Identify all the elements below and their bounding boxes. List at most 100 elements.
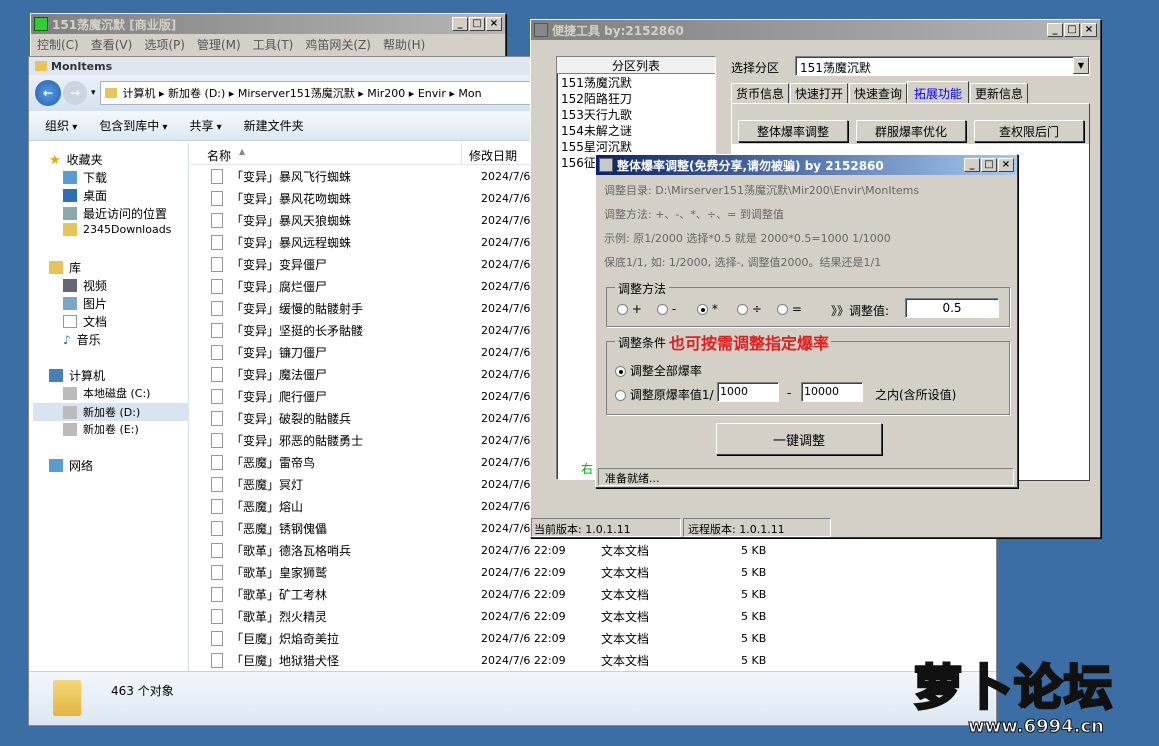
organize-button[interactable]: 组织 <box>45 117 77 134</box>
menu-manage[interactable]: 管理(M) <box>197 36 241 53</box>
nav-2345downloads[interactable]: 2345Downloads <box>63 223 171 236</box>
op-add-radio[interactable]: + <box>617 302 642 316</box>
op-eq-radio[interactable]: = <box>777 302 802 316</box>
nav-music[interactable]: ♪ 音乐 <box>63 331 101 348</box>
nav-desktop[interactable]: 桌面 <box>63 187 107 204</box>
partition-item[interactable]: 151荡魔沉默 <box>557 74 715 90</box>
file-name: 「歌革」烈火精灵 <box>231 609 328 624</box>
one-click-adjust-button[interactable]: 一键调整 <box>716 423 882 455</box>
dropdown-arrow-icon[interactable]: ▼ <box>1073 57 1089 74</box>
file-row[interactable]: 「歌革」德洛瓦格哨兵 2024/7/6 22:09 文本文档 5 KB <box>191 539 991 561</box>
nav-computer[interactable]: 计算机 <box>49 367 105 384</box>
op-sub-radio[interactable]: - <box>657 302 676 316</box>
nav-favorites[interactable]: ★ 收藏夹 <box>49 151 103 168</box>
partition-item[interactable]: 154未解之谜 <box>557 122 715 138</box>
check-backdoor-button[interactable]: 查权限后门 <box>974 120 1084 142</box>
partition-item[interactable]: 153天行九歌 <box>557 106 715 122</box>
column-name[interactable]: 名称 <box>207 147 231 164</box>
close-button[interactable]: × <box>486 17 502 31</box>
file-row[interactable]: 「歌革」烈火精灵 2024/7/6 22:09 文本文档 5 KB <box>191 605 991 627</box>
forward-button[interactable]: → <box>63 81 87 105</box>
nav-recent[interactable]: 最近访问的位置 <box>63 205 167 222</box>
text-file-icon <box>211 278 223 294</box>
main-app-window: 151荡魔沉默 [商业版] _ □ × 控制(C) 查看(V) 选项(P) 管理… <box>30 13 506 59</box>
music-icon: ♪ <box>63 333 71 347</box>
file-name: 「恶魔」锈钢傀儡 <box>231 521 328 536</box>
nav-network[interactable]: 网络 <box>49 457 93 474</box>
text-file-icon <box>211 630 223 646</box>
nav-drive-e[interactable]: 新加卷 (E:) <box>63 421 139 437</box>
maximize-button[interactable]: □ <box>469 17 485 31</box>
nav-drive-d[interactable]: 新加卷 (D:) <box>33 403 189 421</box>
menu-tools[interactable]: 工具(T) <box>253 36 294 53</box>
tab-quick-query[interactable]: 快速查询 <box>849 83 907 103</box>
menu-options[interactable]: 选项(P) <box>144 36 185 53</box>
nav-videos[interactable]: 视频 <box>63 277 107 294</box>
folder-large-icon <box>53 680 81 716</box>
file-row[interactable]: 「巨魔」炽焰奇美拉 2024/7/6 22:09 文本文档 5 KB <box>191 627 991 649</box>
tab-extensions[interactable]: 拓展功能 <box>907 81 969 104</box>
file-type: 文本文档 <box>601 653 650 668</box>
op-div-radio[interactable]: ÷ <box>737 302 762 316</box>
breadcrumb-drive-d[interactable]: 新加卷 (D:) <box>168 85 225 101</box>
minimize-button[interactable]: _ <box>964 158 980 172</box>
file-row[interactable]: 「歌革」矿工考林 2024/7/6 22:09 文本文档 5 KB <box>191 583 991 605</box>
new-folder-button[interactable]: 新建文件夹 <box>244 117 304 134</box>
dialog-titlebar[interactable]: 整体爆率调整(免费分享,请勿被骗) by 2152860 _ □ × <box>596 155 1017 175</box>
file-date: 2024/7/6 22:09 <box>481 653 566 667</box>
breadcrumb-mirserver[interactable]: Mirserver151荡魔沉默 <box>238 85 355 101</box>
menu-view[interactable]: 查看(V) <box>91 36 133 53</box>
partition-select[interactable]: 151荡魔沉默 ▼ <box>795 56 1090 76</box>
chevron-down-icon[interactable]: ▾ <box>91 88 96 98</box>
menu-control[interactable]: 控制(C) <box>37 36 79 53</box>
file-name: 「变异」暴风天狼蜘蛛 <box>231 213 352 228</box>
partition-item[interactable]: 152陌路狂刀 <box>557 90 715 106</box>
include-in-library-button[interactable]: 包含到库中 <box>99 117 167 134</box>
close-button[interactable]: × <box>1081 23 1097 37</box>
tab-quick-open[interactable]: 快速打开 <box>790 83 848 103</box>
adjust-all-radio[interactable]: 调整全部爆率 <box>615 362 702 379</box>
group-droprate-optimize-button[interactable]: 群服爆率优化 <box>856 120 966 142</box>
menu-gateway[interactable]: 鸡笛网关(Z) <box>305 36 371 53</box>
file-row[interactable]: 「歌革」皇家狮鹫 2024/7/6 22:09 文本文档 5 KB <box>191 561 991 583</box>
file-name: 「恶魔」雷帝鸟 <box>231 455 316 470</box>
tab-updates[interactable]: 更新信息 <box>970 83 1028 103</box>
minimize-button[interactable]: _ <box>452 17 468 31</box>
computer-icon <box>49 369 63 382</box>
file-name: 「变异」变异僵尸 <box>231 257 328 272</box>
range-from-input[interactable]: 1000 <box>717 382 779 402</box>
adjust-value-input[interactable]: 0.5 <box>905 298 999 318</box>
file-name: 「歌革」矿工考林 <box>231 587 328 602</box>
share-button[interactable]: 共享 <box>189 117 221 134</box>
file-name: 「巨魔」炽焰奇美拉 <box>231 631 340 646</box>
close-button[interactable]: × <box>998 158 1014 172</box>
breadcrumb-computer[interactable]: 计算机 <box>123 85 156 101</box>
breadcrumb-mon[interactable]: Mon <box>458 87 481 100</box>
current-version: 当前版本: 1.0.1.11 <box>531 518 681 537</box>
partition-item[interactable]: 155星河沉默 <box>557 138 715 154</box>
breadcrumb-envir[interactable]: Envir <box>418 87 446 100</box>
back-button[interactable]: ← <box>35 80 61 106</box>
adjust-range-radio[interactable]: 调整原爆率值1/ <box>615 386 714 403</box>
maximize-button[interactable]: □ <box>981 158 997 172</box>
menu-help[interactable]: 帮助(H) <box>383 36 425 53</box>
overall-droprate-button[interactable]: 整体爆率调整 <box>738 120 848 142</box>
library-icon <box>49 261 63 274</box>
nav-libraries[interactable]: 库 <box>49 259 81 276</box>
maximize-button[interactable]: □ <box>1064 23 1080 37</box>
file-row[interactable]: 「巨魔」地狱猎犬怪 2024/7/6 22:09 文本文档 5 KB <box>191 649 991 671</box>
nav-pictures[interactable]: 图片 <box>63 295 107 312</box>
nav-downloads[interactable]: 下载 <box>63 169 107 186</box>
nav-drive-c[interactable]: 本地磁盘 (C:) <box>63 385 150 401</box>
breadcrumb-mir200[interactable]: Mir200 <box>367 87 405 100</box>
tab-currency[interactable]: 货币信息 <box>731 83 789 103</box>
file-type: 文本文档 <box>601 609 650 624</box>
nav-documents[interactable]: 文档 <box>63 313 107 330</box>
minimize-button[interactable]: _ <box>1047 23 1063 37</box>
op-mul-radio[interactable]: * <box>697 302 718 316</box>
column-date[interactable]: 修改日期 <box>469 147 517 164</box>
main-app-titlebar[interactable]: 151荡魔沉默 [商业版] _ □ × <box>31 14 505 34</box>
range-to-input[interactable]: 10000 <box>801 382 863 402</box>
file-size: 5 KB <box>741 565 767 579</box>
tool-titlebar[interactable]: 便捷工具 by:2152860 _ □ × <box>531 20 1100 40</box>
